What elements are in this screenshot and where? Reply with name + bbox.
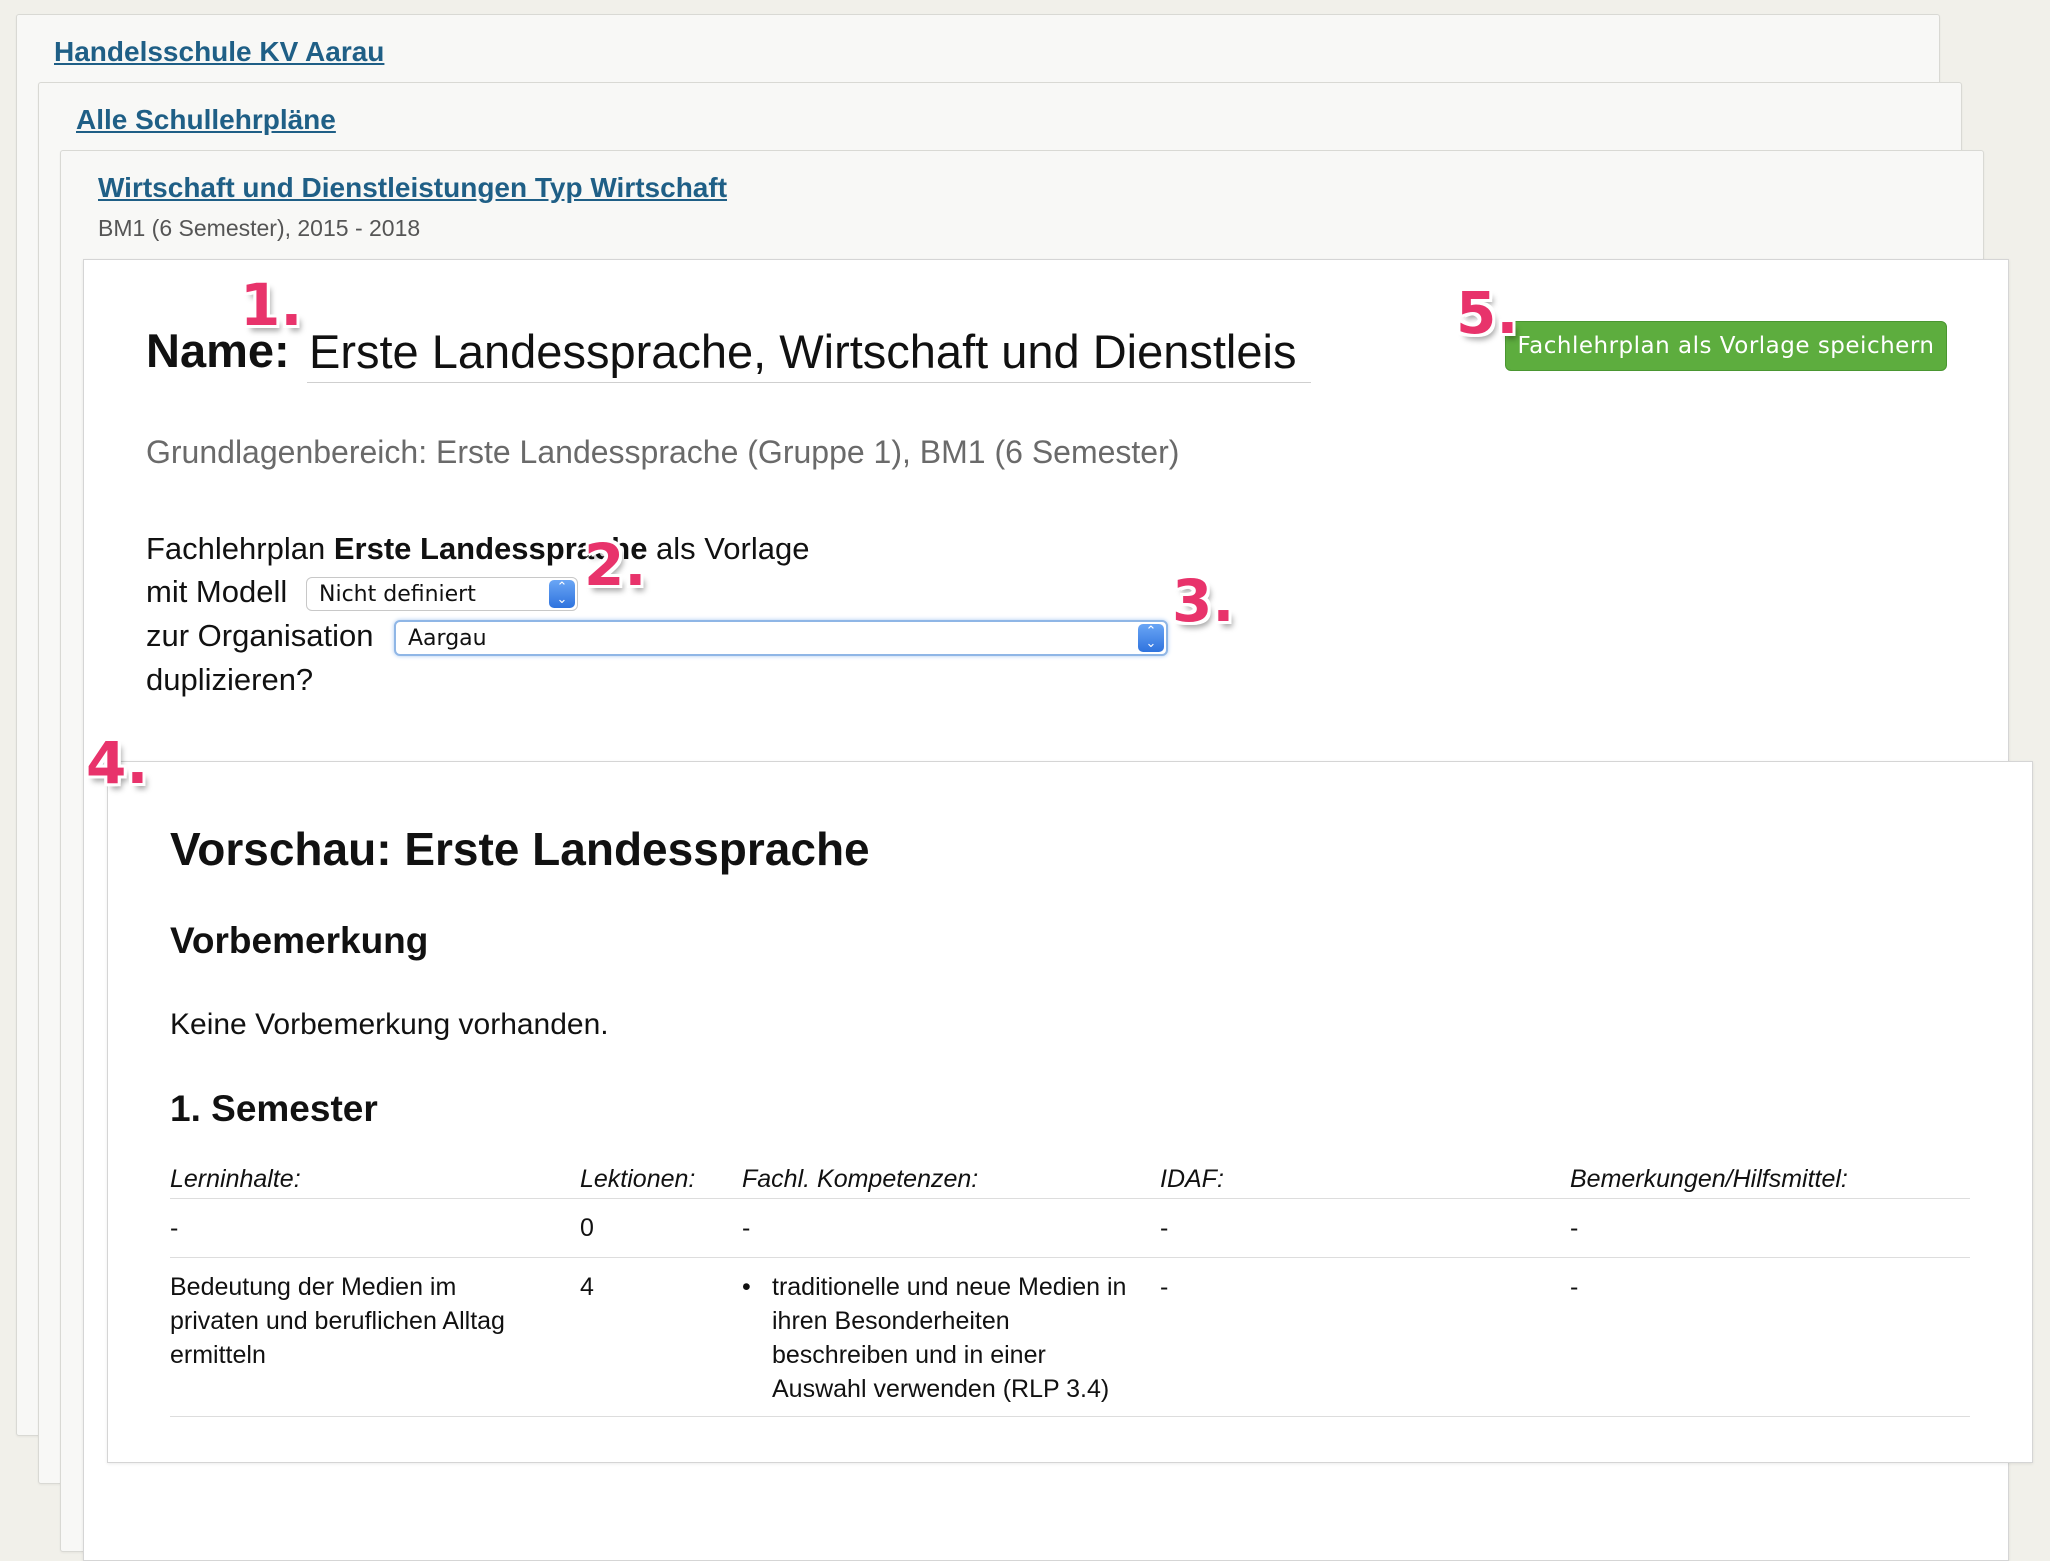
- cell-idaf: -: [1160, 1214, 1169, 1242]
- cell-lektionen: 4: [580, 1273, 594, 1301]
- column-header-lerninhalte: Lerninhalte:: [170, 1165, 301, 1193]
- preview-title: Vorschau: Erste Landessprache: [170, 823, 870, 875]
- cell-lerninhalte: Bedeutung der Medien im privaten und ber…: [170, 1273, 505, 1369]
- duplicate-line-3: zur Organisation: [146, 618, 374, 653]
- cell-idaf: -: [1160, 1273, 1169, 1301]
- semester-table: Lerninhalte: Lektionen: Fachl. Kompetenz…: [170, 1150, 1970, 1417]
- annotation-marker-1: 1.: [240, 271, 303, 339]
- duplicate-line-4: duplizieren?: [146, 662, 314, 697]
- select-arrows-icon: ⌃ ⌄: [549, 580, 575, 608]
- vorbemerkung-text: Keine Vorbemerkung vorhanden.: [170, 1008, 609, 1041]
- table-row: - 0 - - -: [170, 1199, 1970, 1258]
- column-header-bemerkungen: Bemerkungen/Hilfsmittel:: [1570, 1165, 1848, 1193]
- annotation-marker-5: 5.: [1456, 279, 1519, 347]
- model-select-value: Nicht definiert: [319, 581, 476, 607]
- cell-lektionen: 0: [580, 1214, 594, 1242]
- vorbemerkung-heading: Vorbemerkung: [170, 920, 429, 961]
- breadcrumb-plan-link[interactable]: Wirtschaft und Dienstleistungen Typ Wirt…: [98, 172, 727, 204]
- table-row: Bedeutung der Medien im privaten und ber…: [170, 1258, 1970, 1417]
- column-header-kompetenzen: Fachl. Kompetenzen:: [742, 1165, 979, 1193]
- duplicate-line-1: Fachlehrplan Erste Landessprache als Vor…: [146, 531, 810, 566]
- cell-bemerkungen: -: [1570, 1214, 1579, 1242]
- table-header-row: Lerninhalte: Lektionen: Fachl. Kompetenz…: [170, 1150, 1970, 1199]
- column-header-lektionen: Lektionen:: [580, 1165, 696, 1193]
- organisation-select[interactable]: Aargau ⌃ ⌄: [394, 620, 1168, 656]
- cell-kompetenzen: traditionelle und neue Medien in ihren B…: [742, 1270, 1142, 1406]
- kompetenz-bullet: traditionelle und neue Medien in ihren B…: [742, 1270, 1142, 1406]
- breadcrumb-all-plans-link[interactable]: Alle Schullehrpläne: [76, 104, 336, 136]
- model-select[interactable]: Nicht definiert ⌃ ⌄: [306, 577, 578, 611]
- duplicate-line-2: mit Modell: [146, 574, 288, 609]
- cell-kompetenzen: -: [742, 1214, 751, 1242]
- semester-heading: 1. Semester: [170, 1088, 378, 1129]
- grundlagenbereich-text: Grundlagenbereich: Erste Landessprache (…: [146, 434, 1180, 470]
- plan-subtitle: BM1 (6 Semester), 2015 - 2018: [98, 215, 421, 241]
- cell-lerninhalte: -: [170, 1214, 179, 1242]
- column-header-idaf: IDAF:: [1160, 1165, 1224, 1193]
- save-as-template-button[interactable]: Fachlehrplan als Vorlage speichern: [1505, 321, 1947, 371]
- breadcrumb-school-link[interactable]: Handelsschule KV Aarau: [54, 36, 384, 68]
- select-arrows-icon: ⌃ ⌄: [1138, 624, 1164, 652]
- annotation-marker-3: 3.: [1172, 567, 1235, 635]
- cell-bemerkungen: -: [1570, 1273, 1579, 1301]
- organisation-select-value: Aargau: [408, 625, 487, 651]
- annotation-marker-2: 2.: [584, 531, 647, 599]
- annotation-marker-4: 4.: [86, 729, 149, 797]
- name-input[interactable]: [307, 320, 1311, 383]
